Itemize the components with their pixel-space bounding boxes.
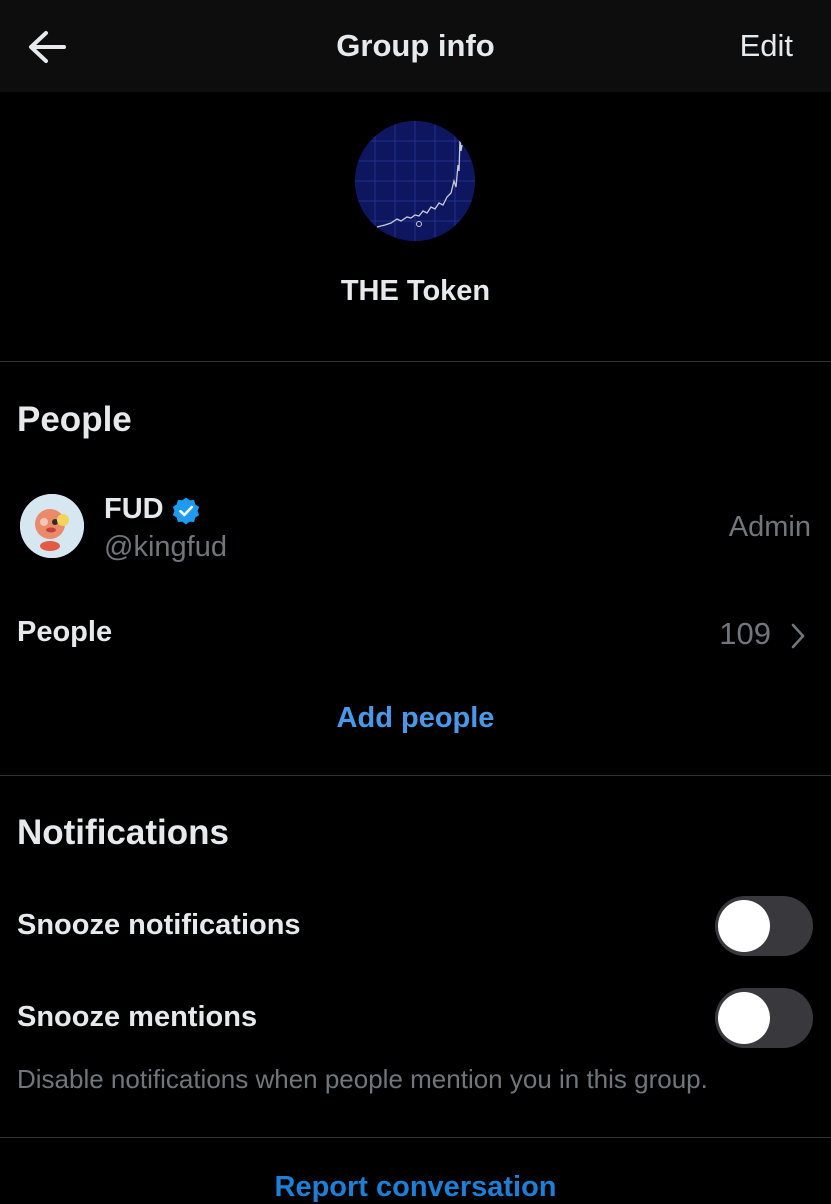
people-row-label: People	[17, 616, 113, 648]
section-divider	[0, 361, 831, 362]
avatar	[20, 494, 84, 558]
chevron-right-icon	[791, 623, 805, 649]
section-divider	[0, 1137, 831, 1138]
people-section-title: People	[17, 400, 132, 439]
top-bar: Group info Edit	[0, 0, 831, 92]
toggle-knob	[718, 992, 770, 1044]
snooze-notifications-toggle[interactable]	[715, 896, 813, 956]
group-avatar[interactable]	[355, 121, 475, 241]
snooze-mentions-helper-text: Disable notifications when people mentio…	[17, 1064, 708, 1094]
page-title: Group info	[336, 28, 495, 63]
people-count: 109	[719, 616, 771, 651]
member-row[interactable]: FUD @kingfud Admin	[0, 482, 831, 572]
member-handle: @kingfud	[104, 531, 227, 563]
admin-label: Admin	[728, 511, 811, 543]
snooze-notifications-row: Snooze notifications	[0, 896, 831, 966]
notifications-section-title: Notifications	[17, 813, 229, 852]
add-people-button[interactable]: Add people	[0, 702, 831, 735]
member-name: FUD	[104, 493, 164, 525]
people-count-row[interactable]: People 109	[0, 598, 831, 670]
snooze-notifications-label: Snooze notifications	[17, 909, 301, 941]
group-name: THE Token	[340, 275, 491, 307]
section-divider	[0, 775, 831, 776]
snooze-mentions-row: Snooze mentions	[0, 988, 831, 1058]
report-conversation-button[interactable]: Report conversation	[0, 1171, 831, 1204]
snooze-mentions-label: Snooze mentions	[17, 1001, 258, 1033]
user-avatar-icon	[20, 494, 84, 558]
price-chart-avatar-icon	[355, 121, 475, 241]
toggle-knob	[718, 900, 770, 952]
snooze-mentions-toggle[interactable]	[715, 988, 813, 1048]
verified-badge-icon	[172, 497, 200, 525]
edit-button[interactable]: Edit	[740, 28, 793, 64]
